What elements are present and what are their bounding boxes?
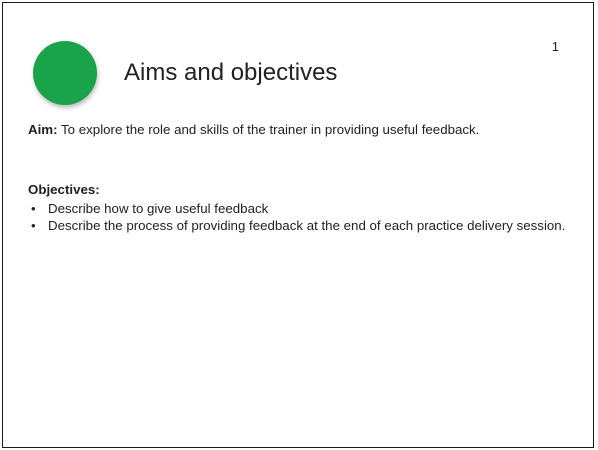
green-circle-icon [33,41,97,105]
objectives-heading: Objectives: [28,182,100,197]
objectives-list: • Describe how to give useful feedback •… [28,200,568,234]
slide: 1 Aims and objectives Aim: To explore th… [2,2,594,448]
bullet-icon: • [31,201,36,216]
slide-title: Aims and objectives [124,59,338,86]
slide-number: 1 [551,39,559,54]
objective-text: Describe the process of providing feedba… [48,218,566,233]
objective-item: • Describe the process of providing feed… [28,217,568,234]
objective-item: • Describe how to give useful feedback [28,200,568,217]
aim-label: Aim: [28,122,58,137]
bullet-icon: • [31,218,36,233]
objective-text: Describe how to give useful feedback [48,201,269,216]
aim-text: To explore the role and skills of the tr… [57,122,480,137]
aim-paragraph: Aim: To explore the role and skills of t… [28,121,568,138]
